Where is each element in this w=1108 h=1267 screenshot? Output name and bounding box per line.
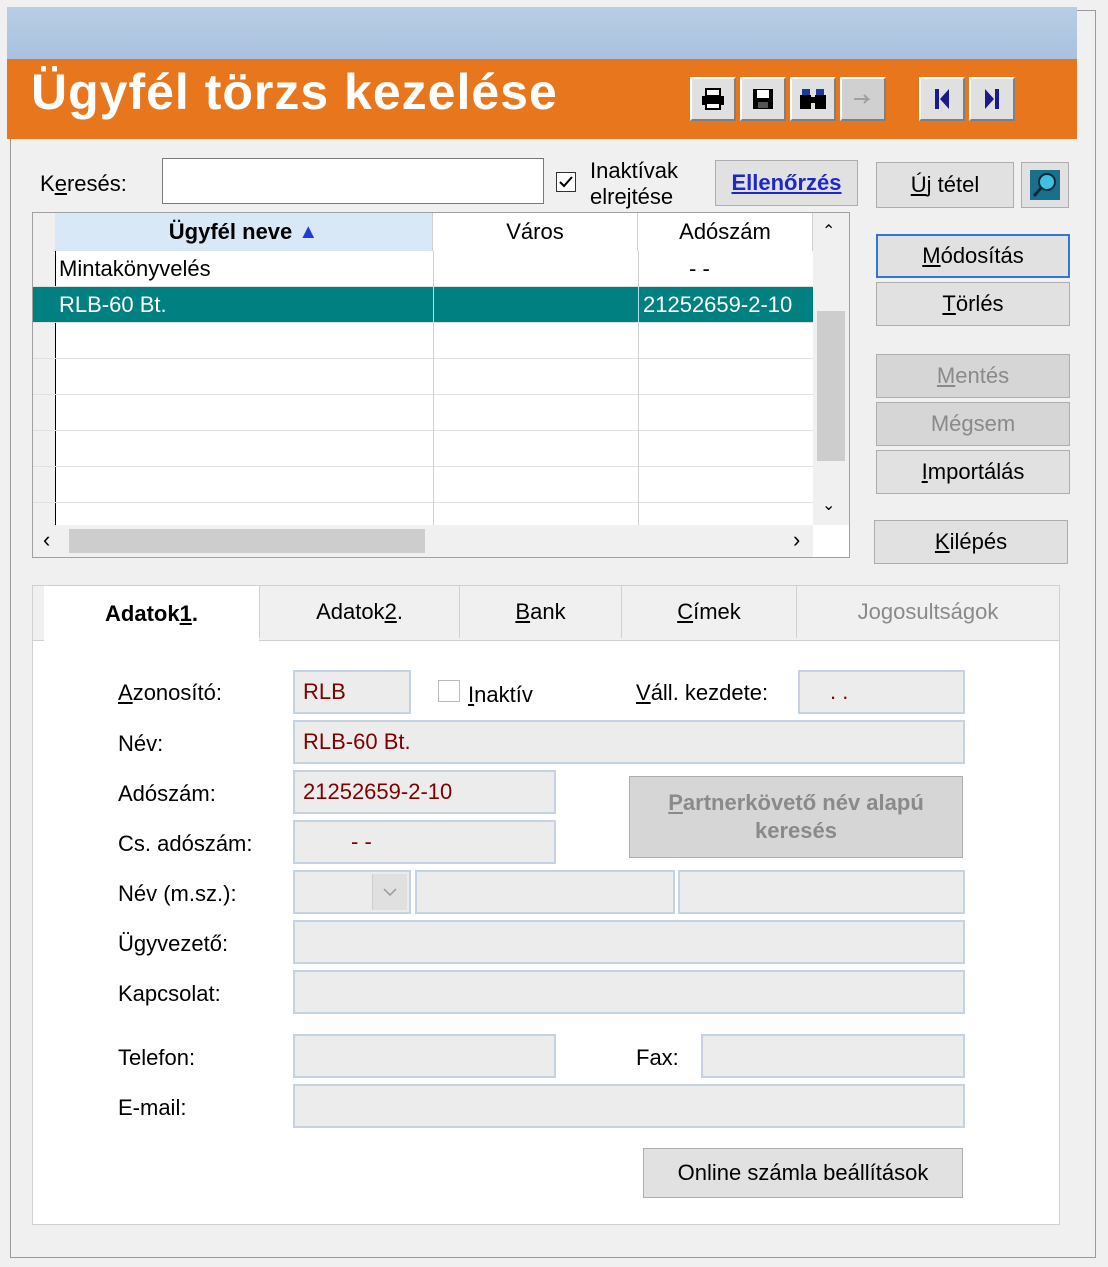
tab-bank[interactable]: Bank — [459, 586, 621, 638]
telefon-field[interactable] — [293, 1034, 556, 1078]
cs-adoszam-field[interactable]: - - — [293, 820, 556, 864]
hide-inactive-checkbox[interactable] — [556, 172, 576, 192]
online-invoice-settings-button[interactable]: Online számla beállítások — [643, 1148, 963, 1198]
horizontal-scroll-thumb[interactable] — [69, 529, 425, 553]
checkmark-icon — [559, 176, 573, 188]
disabled-toolbar-button[interactable] — [840, 77, 886, 121]
email-label: E-mail: — [118, 1095, 187, 1120]
import-button[interactable]: Importálás — [876, 450, 1070, 494]
scroll-up-icon[interactable]: ⌃ — [822, 221, 835, 241]
save-button[interactable] — [740, 77, 786, 121]
column-header-tax[interactable]: Adószám — [638, 213, 813, 251]
hide-inactive-label[interactable]: Inaktívak elrejtése — [590, 158, 678, 210]
nev-msz-select[interactable] — [293, 870, 411, 914]
adoszam-field[interactable]: 21252659-2-10 — [293, 770, 556, 814]
customer-grid[interactable]: Ügyfél neve ▲ Város Adószám Mintakönyvel… — [32, 212, 850, 558]
printer-icon — [702, 88, 724, 110]
adoszam-label: Adószám: — [118, 781, 216, 806]
find-button[interactable] — [790, 77, 836, 121]
fax-field[interactable] — [701, 1034, 965, 1078]
fax-label: Fax: — [636, 1045, 679, 1070]
tab-cimek[interactable]: Címek — [621, 586, 796, 638]
chevron-down-icon[interactable] — [372, 874, 407, 910]
cell-name: RLB-60 Bt. — [59, 292, 167, 317]
inaktiv-checkbox[interactable] — [438, 680, 460, 702]
last-record-button[interactable] — [969, 77, 1015, 121]
cell-tax: 21252659-2-10 — [638, 287, 813, 323]
email-field[interactable] — [293, 1084, 965, 1128]
horizontal-scrollbar[interactable]: ‹ › — [33, 525, 813, 557]
window-titlebar[interactable] — [7, 7, 1077, 59]
nev-label: Név: — [118, 731, 164, 756]
binoculars-icon — [800, 89, 826, 109]
disabled-icon — [854, 94, 871, 104]
exit-button[interactable]: Kilépés — [874, 520, 1068, 564]
save-icon — [753, 89, 773, 109]
table-row[interactable]: Mintakönyvelés - - — [33, 251, 813, 287]
sort-arrow-icon: ▲ — [298, 220, 319, 243]
table-row-empty — [33, 395, 813, 431]
column-divider — [638, 323, 639, 531]
tab-jogosultsagok[interactable]: Jogosultságok — [796, 586, 1059, 638]
tab-adatok2[interactable]: Adatok 2. — [259, 586, 459, 638]
cell-city — [433, 287, 638, 323]
kapcsolat-field[interactable] — [293, 970, 965, 1014]
cancel-button[interactable]: Mé g sem — [876, 402, 1070, 446]
telefon-label: Telefon: — [118, 1045, 196, 1070]
new-item-button[interactable]: Új tétel — [876, 162, 1014, 208]
tab-adatok1[interactable]: Adatok 1. — [44, 586, 259, 641]
ugyvezeto-field[interactable] — [293, 920, 965, 964]
scroll-down-icon[interactable]: ⌄ — [822, 495, 835, 515]
last-record-icon — [985, 89, 999, 109]
search-button[interactable] — [1021, 162, 1069, 208]
table-row-empty — [33, 359, 813, 395]
partner-search-button[interactable]: Partnerkövető név alapú keresés — [629, 776, 963, 858]
modify-button[interactable]: Módosítás — [876, 234, 1070, 278]
vall-kezdete-field[interactable]: . . — [798, 670, 965, 714]
cell-name: Mintakönyvelés — [59, 256, 211, 281]
magnifier-icon — [1030, 170, 1060, 200]
column-header-name[interactable]: Ügyfél neve ▲ — [55, 213, 433, 251]
ellenorzes-button[interactable]: Ellenőrzés — [715, 160, 858, 206]
first-record-icon — [935, 89, 949, 109]
kapcsolat-label: Kapcsolat: — [118, 981, 221, 1006]
column-header-city[interactable]: Város — [433, 213, 638, 251]
table-row-selected[interactable]: RLB-60 Bt. 21252659-2-10 — [33, 287, 813, 323]
nev-msz-label: Név (m.sz.): — [118, 881, 237, 906]
header-banner: Ügyfél törzs kezelése — [7, 59, 1077, 139]
scroll-right-icon[interactable]: › — [793, 527, 800, 553]
azonosito-field[interactable]: RLB — [293, 670, 411, 714]
vertical-scrollbar[interactable]: ⌃ ⌄ — [813, 213, 849, 525]
print-button[interactable] — [690, 77, 736, 121]
table-row-empty — [33, 431, 813, 467]
table-row-empty — [33, 467, 813, 503]
ugyvezeto-label: Ügyvezető: — [118, 931, 229, 956]
column-divider — [433, 323, 434, 531]
search-input[interactable] — [162, 158, 544, 204]
nev-field[interactable]: RLB-60 Bt. — [293, 720, 965, 764]
first-record-button[interactable] — [919, 77, 965, 121]
azonosito-label: Azonosító: — [118, 680, 222, 705]
cs-adoszam-label: Cs. adószám: — [118, 831, 253, 856]
page-title: Ügyfél törzs kezelése — [31, 64, 558, 120]
scroll-left-icon[interactable]: ‹ — [43, 527, 50, 553]
vertical-scroll-thumb[interactable] — [817, 311, 845, 461]
inaktiv-label[interactable]: Inaktív — [468, 682, 533, 708]
delete-button[interactable]: Törlés — [876, 282, 1070, 326]
vall-kezdete-label: Váll. kezdete: — [636, 680, 769, 705]
nev-msz-field-2[interactable] — [415, 870, 675, 914]
search-label: Keresés: — [40, 171, 127, 196]
save-record-button[interactable]: Mentés — [876, 354, 1070, 398]
cell-city — [433, 251, 638, 287]
nev-msz-field-3[interactable] — [678, 870, 965, 914]
table-row-empty — [33, 323, 813, 359]
cell-tax: - - — [638, 251, 813, 287]
